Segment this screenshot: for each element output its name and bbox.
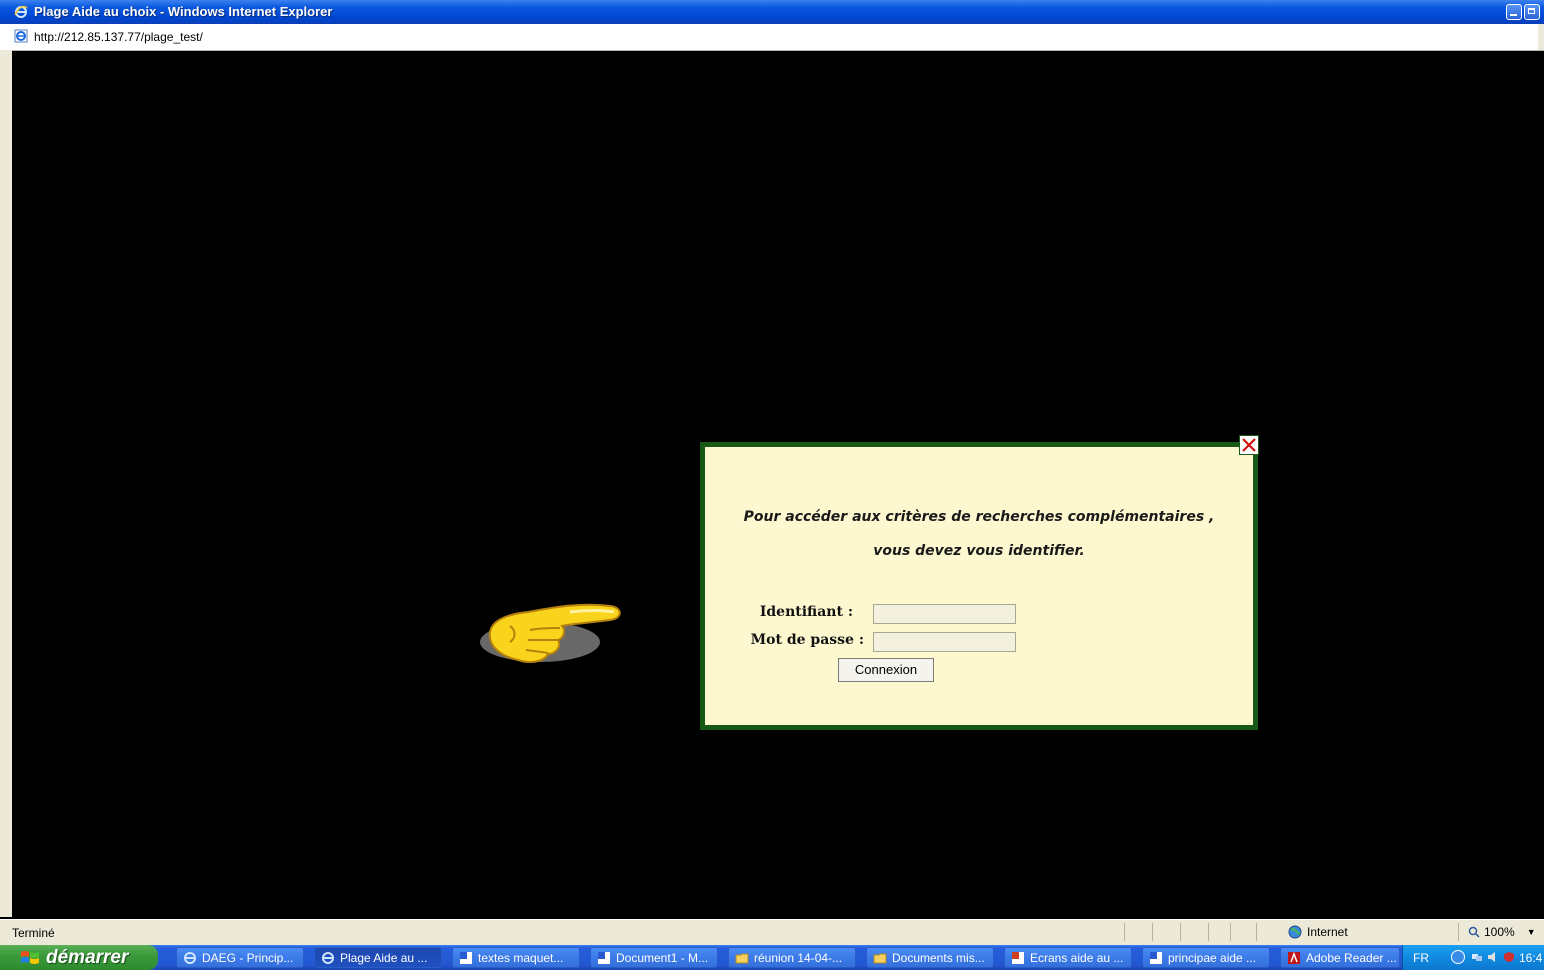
status-bar: Terminé Internet 100% ▼ [0, 919, 1544, 946]
volume-icon[interactable] [1487, 951, 1499, 963]
window-titlebar[interactable]: Plage Aide au choix - Windows Internet E… [0, 0, 1544, 24]
taskbar-item-label: Plage Aide au ... [340, 950, 428, 965]
taskbar-item[interactable]: principae aide ... [1142, 947, 1270, 968]
ie-icon [322, 951, 334, 964]
taskbar-item[interactable]: textes maquet... [452, 947, 580, 968]
username-label: Identifiant : [759, 604, 853, 620]
connexion-button[interactable]: Connexion [838, 658, 934, 682]
status-divider [1230, 923, 1231, 941]
taskbar-item[interactable]: Ecrans aide au ... [1004, 947, 1132, 968]
windows-flag-icon [21, 950, 39, 964]
username-input[interactable] [873, 604, 1016, 624]
close-icon [1242, 438, 1256, 452]
ie-icon [184, 951, 196, 964]
taskbar: démarrer DAEG - Princip... Plage Aide au… [0, 945, 1544, 970]
status-divider [1180, 923, 1181, 941]
dialog-message-line1: Pour accéder aux critères de recherches … [743, 509, 1215, 525]
scrollbar-edge [1538, 24, 1544, 50]
taskbar-item-label: Document1 - M... [616, 950, 709, 965]
taskbar-item[interactable]: Documents mis... [866, 947, 994, 968]
status-divider [1124, 923, 1125, 941]
minimize-button[interactable] [1506, 4, 1522, 20]
start-button[interactable]: démarrer [0, 945, 158, 970]
clock[interactable]: 16:4 [1519, 951, 1542, 965]
password-label: Mot de passe : [750, 632, 864, 648]
taskbar-item[interactable]: DAEG - Princip... [176, 947, 304, 968]
status-text: Terminé [12, 926, 55, 940]
taskbar-item-label: textes maquet... [478, 950, 564, 965]
taskbar-item[interactable]: réunion 14-04-... [728, 947, 856, 968]
language-indicator[interactable]: FR [1413, 951, 1429, 965]
chevron-down-icon[interactable]: ▼ [1527, 927, 1536, 937]
taskbar-item-label: Adobe Reader ... [1306, 950, 1397, 965]
status-divider [1458, 923, 1459, 941]
word-doc-icon [460, 951, 472, 964]
system-tray: FR 16:4 [1402, 945, 1544, 970]
powerpoint-icon [1012, 951, 1024, 964]
status-divider [1208, 923, 1209, 941]
zoom-label: 100% [1484, 925, 1515, 939]
login-dialog: Pour accéder aux critères de recherches … [700, 435, 1259, 730]
status-divider [1152, 923, 1153, 941]
taskbar-item-label: Ecrans aide au ... [1030, 950, 1124, 965]
start-label: démarrer [46, 946, 129, 968]
left-frame-border [0, 50, 12, 917]
page-icon [14, 29, 28, 43]
word-doc-icon [598, 951, 610, 964]
network-icon[interactable] [1471, 951, 1483, 963]
address-bar[interactable]: http://212.85.137.77/plage_test/ [0, 24, 1544, 51]
tray-expand-icon[interactable] [1451, 950, 1465, 964]
window-title: Plage Aide au choix - Windows Internet E… [34, 4, 333, 19]
taskbar-item-label: principae aide ... [1168, 950, 1257, 965]
close-button[interactable] [1239, 435, 1259, 455]
url-text[interactable]: http://212.85.137.77/plage_test/ [34, 30, 203, 44]
adobe-reader-icon [1288, 951, 1300, 964]
status-divider [1256, 923, 1257, 941]
security-shield-icon[interactable] [1503, 951, 1515, 963]
zoom-icon [1468, 926, 1480, 938]
password-input[interactable] [873, 632, 1016, 652]
folder-icon [873, 953, 887, 963]
word-doc-icon [1150, 951, 1162, 964]
taskbar-item[interactable]: Document1 - M... [590, 947, 718, 968]
dialog-message-line2: vous devez vous identifier. [873, 543, 1085, 559]
folder-icon [735, 953, 749, 963]
ie-icon [14, 5, 28, 18]
taskbar-item-label: réunion 14-04-... [754, 950, 843, 965]
taskbar-item-label: DAEG - Princip... [202, 950, 294, 965]
taskbar-item[interactable]: Adobe Reader ... [1280, 947, 1400, 968]
zoom-control[interactable]: 100% ▼ [1468, 925, 1536, 939]
security-zone[interactable]: Internet [1288, 925, 1348, 939]
taskbar-item[interactable]: Plage Aide au ... [314, 947, 442, 968]
restore-button[interactable] [1524, 4, 1540, 20]
pointing-hand-icon [480, 603, 621, 663]
globe-icon [1288, 925, 1302, 939]
zone-label: Internet [1307, 925, 1348, 939]
taskbar-item-label: Documents mis... [892, 950, 985, 965]
